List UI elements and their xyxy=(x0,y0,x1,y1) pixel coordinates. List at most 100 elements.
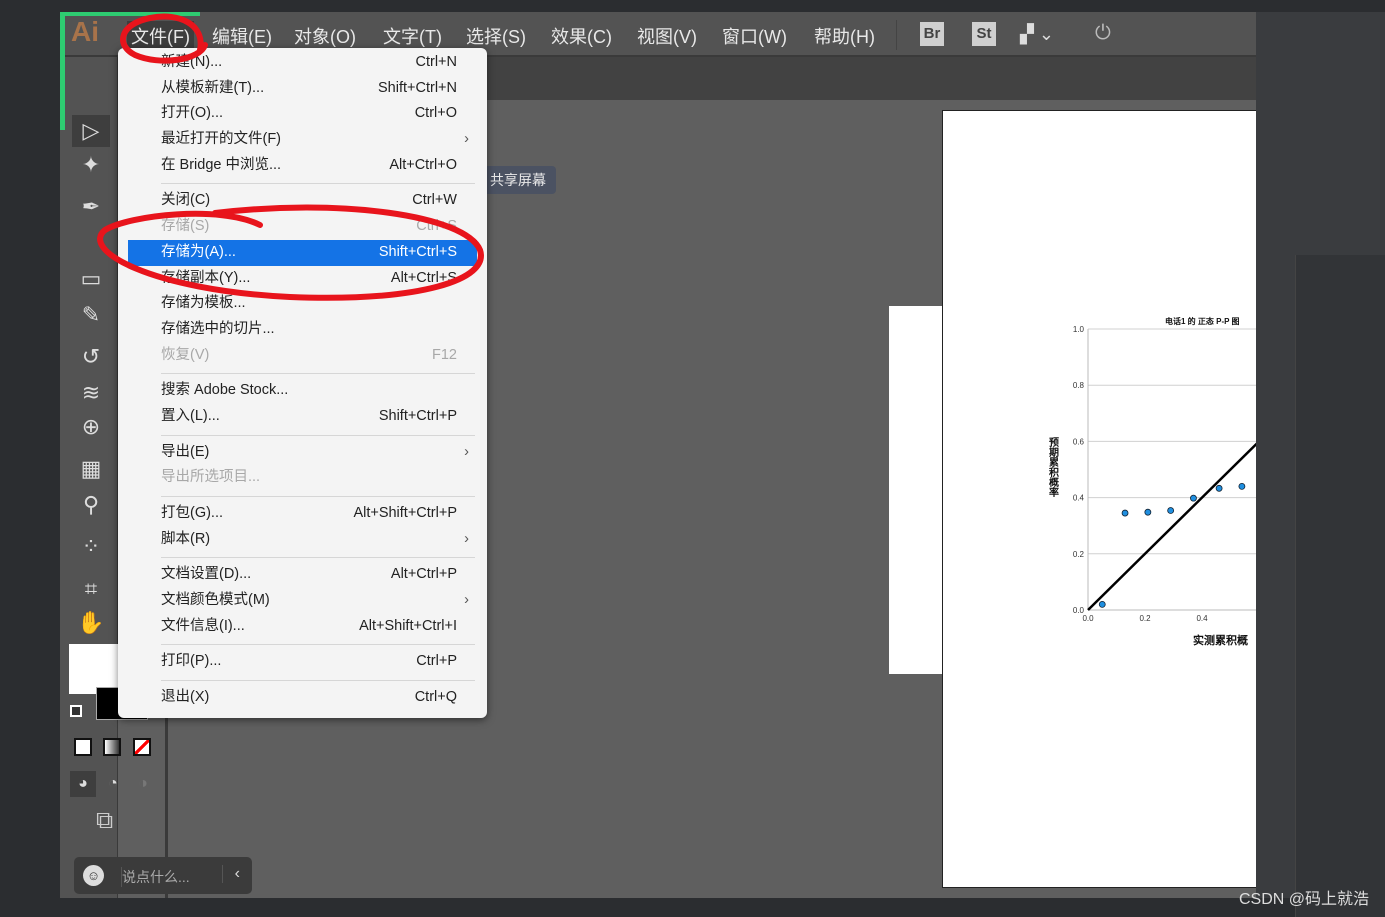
menu-separator xyxy=(118,491,487,501)
menu-item[interactable]: 存储为模板... xyxy=(118,291,487,317)
menu-item[interactable]: 搜索 Adobe Stock... xyxy=(118,378,487,404)
brush-tool-icon[interactable]: ✎ xyxy=(72,299,110,331)
share-screen-button[interactable]: 共享屏幕 xyxy=(480,166,556,194)
pen-tool-icon[interactable]: ✒ xyxy=(72,191,110,223)
artboard-tool-icon[interactable]: ⌗ xyxy=(72,573,110,605)
menu-item[interactable]: 脚本(R) › xyxy=(118,527,487,553)
menu-item-label: 脚本(R) xyxy=(161,530,211,547)
rectangle-tool-icon[interactable]: ▭ xyxy=(72,263,110,295)
menu-item[interactable]: 关闭(C) Ctrl+W xyxy=(118,188,487,214)
rotate-tool-icon[interactable]: ↺ xyxy=(72,341,110,373)
screen-mode-icon[interactable]: ⧉ xyxy=(96,807,113,835)
menu-item-shortcut: Ctrl+S xyxy=(416,218,457,235)
gpu-performance-icon[interactable]: ⏻ xyxy=(1095,22,1111,45)
data-point xyxy=(1238,482,1246,490)
menu-select[interactable]: 选择(S) xyxy=(462,21,530,51)
menu-item-label: 存储选中的切片... xyxy=(161,320,275,337)
warp-tool-icon[interactable]: ≋ xyxy=(72,377,110,409)
stock-button[interactable]: St xyxy=(972,22,996,46)
menu-item[interactable]: 文档颜色模式(M) › xyxy=(118,588,487,614)
menu-item-shortcut: Ctrl+P xyxy=(416,653,457,670)
menu-item[interactable]: 存储为(A)... Shift+Ctrl+S xyxy=(128,239,477,266)
menu-file[interactable]: 文件(F) xyxy=(127,21,194,51)
chat-bar[interactable]: ☺ 说点什么... ‹ xyxy=(74,857,252,894)
menu-item-shortcut: Alt+Shift+Ctrl+P xyxy=(353,505,457,521)
menu-item-label: 文档设置(D)... xyxy=(161,566,252,583)
menu-item[interactable]: 存储副本(Y)... Alt+Ctrl+S xyxy=(118,266,487,292)
menu-item-label: 恢复(V) xyxy=(161,346,210,363)
eyedropper-tool-icon[interactable]: ⚲ xyxy=(72,489,110,521)
submenu-chevron-icon: › xyxy=(464,592,469,609)
menu-separator xyxy=(118,675,487,685)
menu-item-shortcut: Ctrl+N xyxy=(415,54,458,70)
menu-edit[interactable]: 编辑(E) xyxy=(208,21,276,51)
menu-item: 导出所选项目... xyxy=(118,465,487,491)
chart-title: 电话1 的 正态 P-P 图 xyxy=(1165,316,1240,326)
shape-builder-tool-icon[interactable]: ⊕ xyxy=(72,411,110,443)
menu-item-label: 最近打开的文件(F) xyxy=(161,131,282,148)
menu-item-label: 搜索 Adobe Stock... xyxy=(161,382,289,399)
menu-item-label: 存储副本(Y)... xyxy=(161,269,251,286)
menu-item[interactable]: 置入(L)... Shift+Ctrl+P xyxy=(118,404,487,430)
menu-help[interactable]: 帮助(H) xyxy=(810,21,879,51)
menu-item[interactable]: 存储选中的切片... xyxy=(118,317,487,343)
magic-wand-tool-icon[interactable]: ✦ xyxy=(72,149,110,181)
side-panel xyxy=(1295,255,1385,917)
menu-item-label: 打开(O)... xyxy=(161,105,224,122)
menu-item[interactable]: 打包(G)... Alt+Shift+Ctrl+P xyxy=(118,501,487,527)
menu-item-shortcut: Ctrl+O xyxy=(414,105,457,122)
menu-type[interactable]: 文字(T) xyxy=(379,21,446,51)
menu-item[interactable]: 退出(X) Ctrl+Q xyxy=(118,685,487,711)
menu-item[interactable]: 在 Bridge 中浏览... Alt+Ctrl+O xyxy=(118,153,487,179)
y-axis-title: 预期累积概率 xyxy=(1047,437,1059,498)
menu-separator xyxy=(118,368,487,378)
draw-normal-icon[interactable]: ◕ xyxy=(70,771,96,797)
file-menu-dropdown: 新建(N)... Ctrl+N 从模板新建(T)... Shift+Ctrl+N 打开(… xyxy=(118,48,487,718)
menu-item[interactable]: 打印(P)... Ctrl+P xyxy=(118,649,487,675)
menu-item[interactable]: 文件信息(I)... Alt+Shift+Ctrl+I xyxy=(118,614,487,640)
y-tick-label: 0.6 xyxy=(1073,437,1085,446)
symbol-sprayer-tool-icon[interactable]: ⁘ xyxy=(72,531,110,563)
menu-item[interactable]: 导出(E) › xyxy=(118,440,487,466)
menu-item[interactable]: 文档设置(D)... Alt+Ctrl+P xyxy=(118,562,487,588)
menu-item[interactable]: 最近打开的文件(F) › xyxy=(118,127,487,153)
menu-item-shortcut: Alt+Shift+Ctrl+I xyxy=(359,617,457,634)
submenu-chevron-icon: › xyxy=(464,443,469,460)
menu-item-shortcut: Shift+Ctrl+P xyxy=(378,407,457,424)
menu-view[interactable]: 视图(V) xyxy=(633,21,701,51)
menu-item[interactable]: 打开(O)... Ctrl+O xyxy=(118,101,487,127)
menu-item-shortcut: Alt+Ctrl+S xyxy=(390,269,457,286)
color-mode-icon[interactable] xyxy=(74,738,92,756)
gradient-mode-icon[interactable] xyxy=(103,738,121,756)
menu-separator xyxy=(118,178,487,188)
y-tick-label: 1.0 xyxy=(1073,325,1085,334)
menu-item-label: 从模板新建(T)... xyxy=(161,79,265,96)
collapse-chat-icon[interactable]: ‹ xyxy=(221,865,240,883)
mesh-tool-icon[interactable]: ▦ xyxy=(72,453,110,485)
workspace-layout-icon[interactable]: ▞ ⌄ xyxy=(1020,24,1054,45)
menu-item[interactable]: 新建(N)... Ctrl+N xyxy=(118,50,487,76)
menu-item-label: 存储为模板... xyxy=(161,295,246,312)
selection-tool-icon[interactable]: ▷ xyxy=(72,115,110,147)
menu-item-shortcut: F12 xyxy=(432,346,457,363)
data-point xyxy=(1215,484,1223,492)
menu-window[interactable]: 窗口(W) xyxy=(718,21,791,51)
hand-tool-icon[interactable]: ✋ xyxy=(72,607,110,639)
menu-object[interactable]: 对象(O) xyxy=(290,21,360,51)
menu-item-label: 置入(L)... xyxy=(161,407,220,424)
x-tick-label: 0.4 xyxy=(1196,614,1208,623)
menu-effect[interactable]: 效果(C) xyxy=(547,21,616,51)
emoji-icon[interactable]: ☺ xyxy=(83,865,104,886)
draw-behind-icon[interactable]: ◔ xyxy=(100,771,126,797)
menu-item[interactable]: 从模板新建(T)... Shift+Ctrl+N xyxy=(118,76,487,102)
default-colors-icon[interactable] xyxy=(70,705,82,717)
menu-item-shortcut: Shift+Ctrl+S xyxy=(378,243,457,260)
menu-separator xyxy=(118,639,487,649)
bridge-button[interactable]: Br xyxy=(920,22,944,46)
chat-input[interactable]: 说点什么... xyxy=(121,867,190,887)
x-tick-label: 0.0 xyxy=(1082,614,1094,623)
menu-item-label: 文件信息(I)... xyxy=(161,617,245,634)
reference-line xyxy=(1087,442,1256,611)
draw-inside-icon[interactable]: ◑ xyxy=(130,771,156,797)
none-mode-icon[interactable] xyxy=(133,738,151,756)
